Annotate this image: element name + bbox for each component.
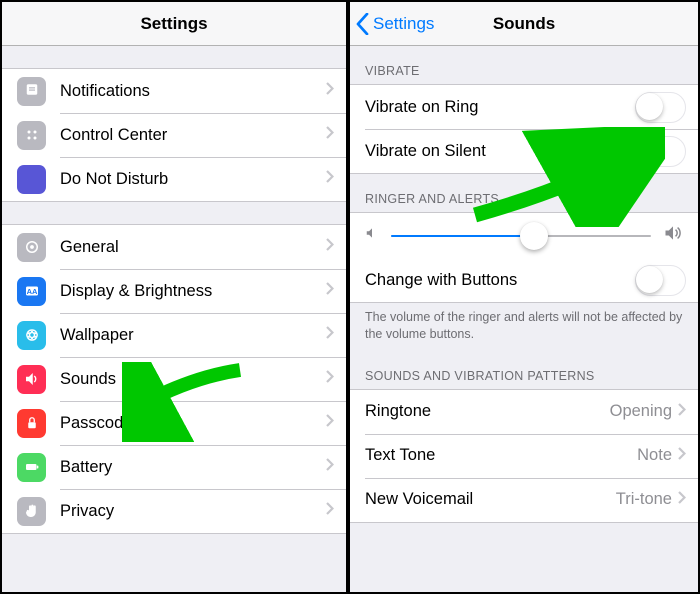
ringer-group: Change with Buttons (350, 212, 698, 303)
settings-row-passcode[interactable]: Passcode (2, 401, 346, 445)
svg-text:AA: AA (26, 287, 37, 296)
group-header-ringer: RINGER AND ALERTS (350, 174, 698, 212)
chevron-right-icon (678, 447, 686, 465)
row-label: Control Center (60, 126, 326, 145)
row-value: Opening (610, 402, 672, 421)
row-label: General (60, 238, 326, 257)
chevron-right-icon (326, 82, 334, 100)
row-label: Notifications (60, 82, 326, 101)
row-voicemail[interactable]: New VoicemailTri-tone (350, 478, 698, 522)
row-label: Wallpaper (60, 326, 326, 345)
page-title: Settings (2, 14, 346, 34)
row-label: Vibrate on Ring (365, 98, 635, 117)
notifications-icon (17, 77, 46, 106)
hand-icon (17, 497, 46, 526)
chevron-right-icon (326, 326, 334, 344)
row-label: Change with Buttons (365, 271, 635, 290)
settings-row-wallpaper[interactable]: Wallpaper (2, 313, 346, 357)
group-header-vibrate: VIBRATE (350, 46, 698, 84)
settings-row-battery[interactable]: Battery (2, 445, 346, 489)
row-vibrate-ring[interactable]: Vibrate on Ring (350, 85, 698, 129)
settings-row-general[interactable]: General (2, 225, 346, 269)
change-with-buttons-row[interactable]: Change with Buttons (350, 258, 698, 302)
chevron-right-icon (326, 502, 334, 520)
settings-row-dnd[interactable]: Do Not Disturb (2, 157, 346, 201)
display-icon: AA (17, 277, 46, 306)
navbar-left: Settings (2, 2, 346, 46)
row-label: New Voicemail (365, 490, 616, 509)
row-vibrate-silent[interactable]: Vibrate on Silent (350, 129, 698, 173)
row-ringtone[interactable]: RingtoneOpening (350, 390, 698, 434)
toggle-vibrate-ring[interactable] (635, 92, 686, 123)
chevron-right-icon (326, 370, 334, 388)
change-with-buttons-toggle[interactable] (635, 265, 686, 296)
settings-pane: Settings Notifications Control Center Do N… (2, 2, 350, 592)
wallpaper-icon (17, 321, 46, 350)
row-value: Note (637, 446, 672, 465)
chevron-right-icon (326, 238, 334, 256)
chevron-right-icon (326, 282, 334, 300)
row-label: Sounds (60, 370, 326, 389)
row-label: Text Tone (365, 446, 637, 465)
gear-icon (17, 233, 46, 262)
chevron-right-icon (326, 458, 334, 476)
back-button[interactable]: Settings (350, 13, 434, 35)
vibrate-group: Vibrate on Ring Vibrate on Silent (350, 84, 698, 174)
volume-high-icon (663, 223, 683, 248)
settings-row-control-center[interactable]: Control Center (2, 113, 346, 157)
patterns-group: RingtoneOpeningText ToneNoteNew Voicemai… (350, 389, 698, 523)
volume-thumb[interactable] (520, 222, 548, 250)
group-footer-ringer: The volume of the ringer and alerts will… (350, 303, 698, 351)
sounds-icon (17, 365, 46, 394)
row-label: Passcode (60, 414, 326, 433)
row-texttone[interactable]: Text ToneNote (350, 434, 698, 478)
chevron-right-icon (326, 126, 334, 144)
group-header-patterns: SOUNDS AND VIBRATION PATTERNS (350, 351, 698, 389)
row-label: Battery (60, 458, 326, 477)
sounds-pane: Settings Sounds VIBRATE Vibrate on RingV… (350, 2, 698, 592)
row-label: Do Not Disturb (60, 170, 326, 189)
volume-slider[interactable] (391, 235, 651, 237)
volume-row (350, 213, 698, 258)
lock-icon (17, 409, 46, 438)
chevron-right-icon (678, 403, 686, 421)
settings-row-display[interactable]: AA Display & Brightness (2, 269, 346, 313)
settings-group-2: General AA Display & Brightness Wallpaper So… (2, 224, 346, 534)
toggle-vibrate-silent[interactable] (635, 136, 686, 167)
battery-icon (17, 453, 46, 482)
row-value: Tri-tone (616, 490, 672, 509)
settings-row-privacy[interactable]: Privacy (2, 489, 346, 533)
settings-row-sounds[interactable]: Sounds (2, 357, 346, 401)
settings-group-1: Notifications Control Center Do Not Distur… (2, 68, 346, 202)
chevron-right-icon (326, 414, 334, 432)
back-label: Settings (373, 14, 434, 34)
row-label: Privacy (60, 502, 326, 521)
navbar-right: Settings Sounds (350, 2, 698, 46)
chevron-right-icon (326, 170, 334, 188)
chevron-right-icon (678, 491, 686, 509)
row-label: Vibrate on Silent (365, 142, 635, 161)
volume-low-icon (365, 226, 379, 245)
row-label: Display & Brightness (60, 282, 326, 301)
settings-row-notifications[interactable]: Notifications (2, 69, 346, 113)
control-center-icon (17, 121, 46, 150)
row-label: Ringtone (365, 402, 610, 421)
moon-icon (17, 165, 46, 194)
